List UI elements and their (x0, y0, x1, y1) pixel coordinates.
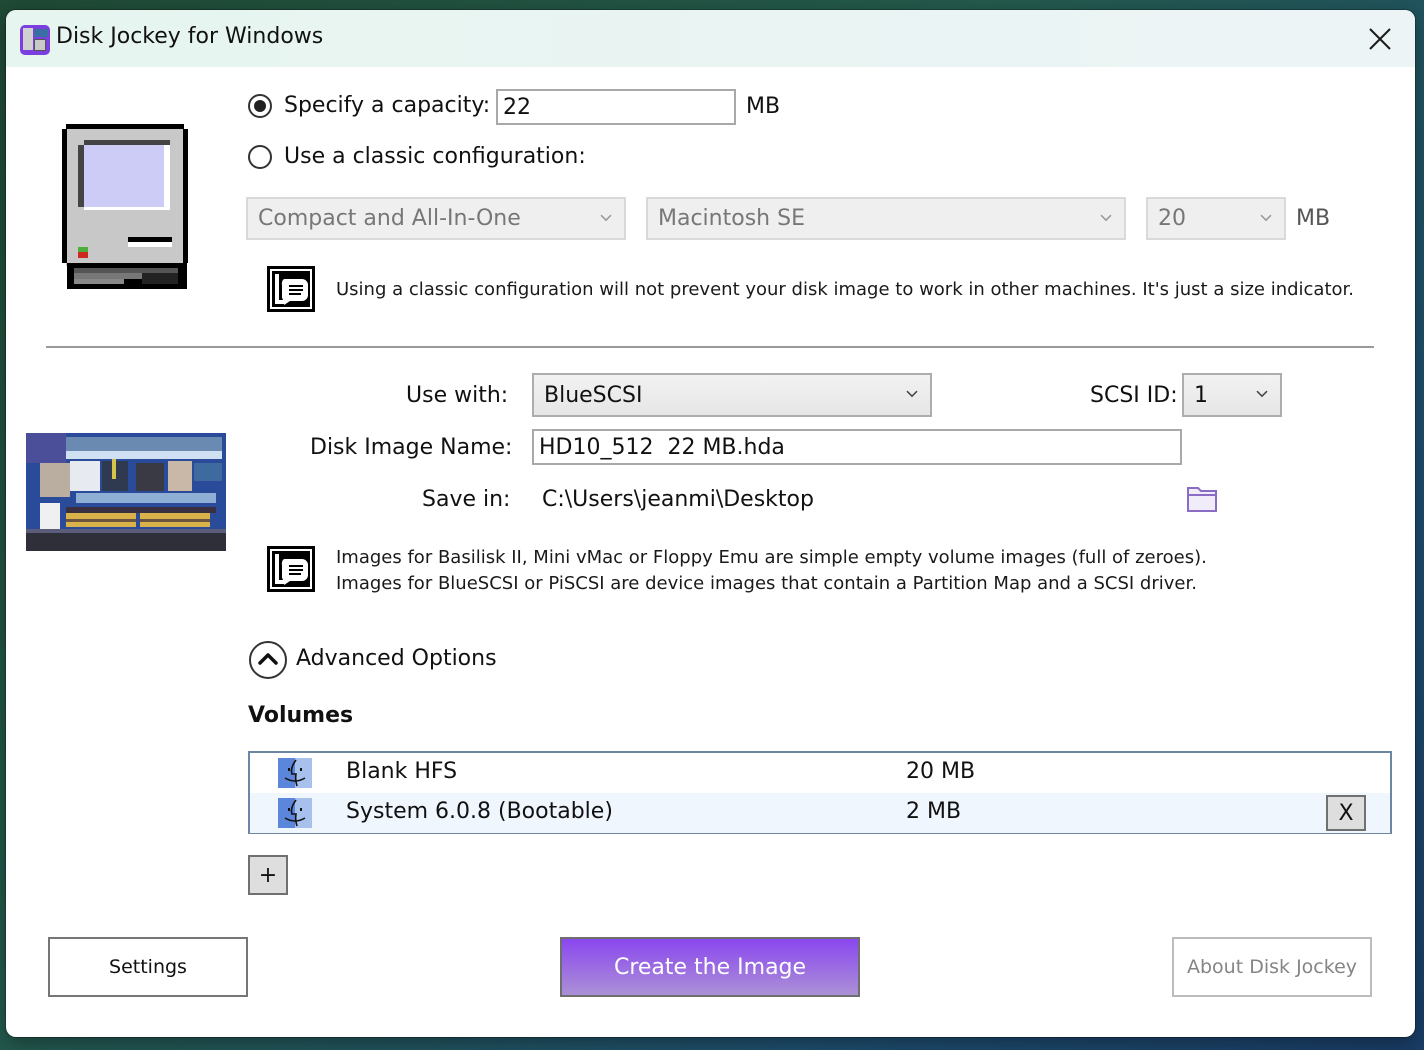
capacity-input[interactable]: 22 (496, 89, 736, 125)
scsi-id-label: SCSI ID: (1090, 383, 1178, 408)
section-divider (46, 346, 1374, 348)
volume-row[interactable]: System 6.0.8 (Bootable) 2 MB X (250, 793, 1390, 833)
classic-config-note: Using a classic configuration will not p… (336, 279, 1354, 300)
image-name-input[interactable]: HD10_512 22 MB.hda (532, 429, 1182, 465)
chevron-down-icon (906, 390, 918, 398)
use-with-label: Use with: (406, 383, 509, 408)
volume-size: 20 MB (906, 759, 976, 784)
chevron-down-icon (1256, 390, 1268, 398)
classic-config-radio[interactable] (248, 145, 272, 169)
chevron-up-circle-icon (249, 641, 287, 679)
scsi-id-select-value: 1 (1194, 382, 1208, 408)
use-with-select[interactable]: BlueSCSI (532, 373, 932, 417)
volume-size: 2 MB (906, 799, 962, 824)
folder-icon[interactable] (1187, 486, 1217, 512)
advanced-options-toggle[interactable]: Advanced Options (248, 638, 508, 680)
about-button[interactable]: About Disk Jockey (1172, 937, 1372, 997)
app-window: Disk Jockey for Windows Specify a capaci… (6, 10, 1415, 1037)
classic-config-label: Use a classic configuration: (284, 144, 586, 169)
chevron-down-icon (1100, 214, 1112, 221)
size-select-value: 20 (1158, 206, 1186, 231)
app-icon (20, 25, 50, 55)
model-select[interactable]: Macintosh SE (646, 197, 1126, 240)
model-select-value: Macintosh SE (658, 206, 805, 231)
close-icon (1369, 28, 1391, 50)
create-image-button[interactable]: Create the Image (560, 937, 860, 997)
window-title: Disk Jockey for Windows (56, 24, 324, 49)
save-in-path: C:\Users\jeanmi\Desktop (542, 487, 814, 512)
volume-name: Blank HFS (346, 759, 458, 784)
specify-capacity-label: Specify a capacity: (284, 93, 491, 118)
image-name-label: Disk Image Name: (310, 435, 513, 460)
size-select[interactable]: 20 (1146, 197, 1286, 240)
category-select[interactable]: Compact and All-In-One (246, 197, 626, 240)
title-bar: Disk Jockey for Windows (6, 10, 1415, 67)
capacity-unit: MB (746, 94, 781, 119)
finder-icon (278, 758, 312, 788)
volume-name: System 6.0.8 (Bootable) (346, 799, 613, 824)
image-type-note-line2: Images for BlueSCSI or PiSCSI are device… (336, 573, 1197, 594)
image-type-note-line1: Images for Basilisk II, Mini vMac or Flo… (336, 547, 1207, 568)
advanced-options-label: Advanced Options (296, 646, 497, 671)
volumes-heading: Volumes (248, 703, 354, 728)
volume-row[interactable]: Blank HFS 20 MB (250, 753, 1390, 793)
scsi-id-select[interactable]: 1 (1182, 373, 1282, 417)
size-unit: MB (1296, 206, 1331, 231)
save-in-label: Save in: (422, 487, 511, 512)
category-select-value: Compact and All-In-One (258, 206, 521, 231)
specify-capacity-radio[interactable] (248, 94, 272, 118)
remove-volume-button[interactable]: X (1326, 795, 1366, 831)
bluescsi-board-image (26, 433, 226, 551)
info-note-icon (267, 266, 315, 312)
chevron-down-icon (1260, 214, 1272, 221)
info-note-icon (267, 546, 315, 592)
volumes-list: Blank HFS 20 MB System 6.0.8 (Bootable) … (248, 751, 1392, 834)
add-volume-button[interactable]: + (248, 855, 288, 895)
settings-button[interactable]: Settings (48, 937, 248, 997)
compact-mac-icon (62, 124, 188, 289)
use-with-select-value: BlueSCSI (544, 382, 643, 408)
close-button[interactable] (1363, 22, 1397, 56)
finder-icon (278, 798, 312, 828)
chevron-down-icon (600, 214, 612, 221)
